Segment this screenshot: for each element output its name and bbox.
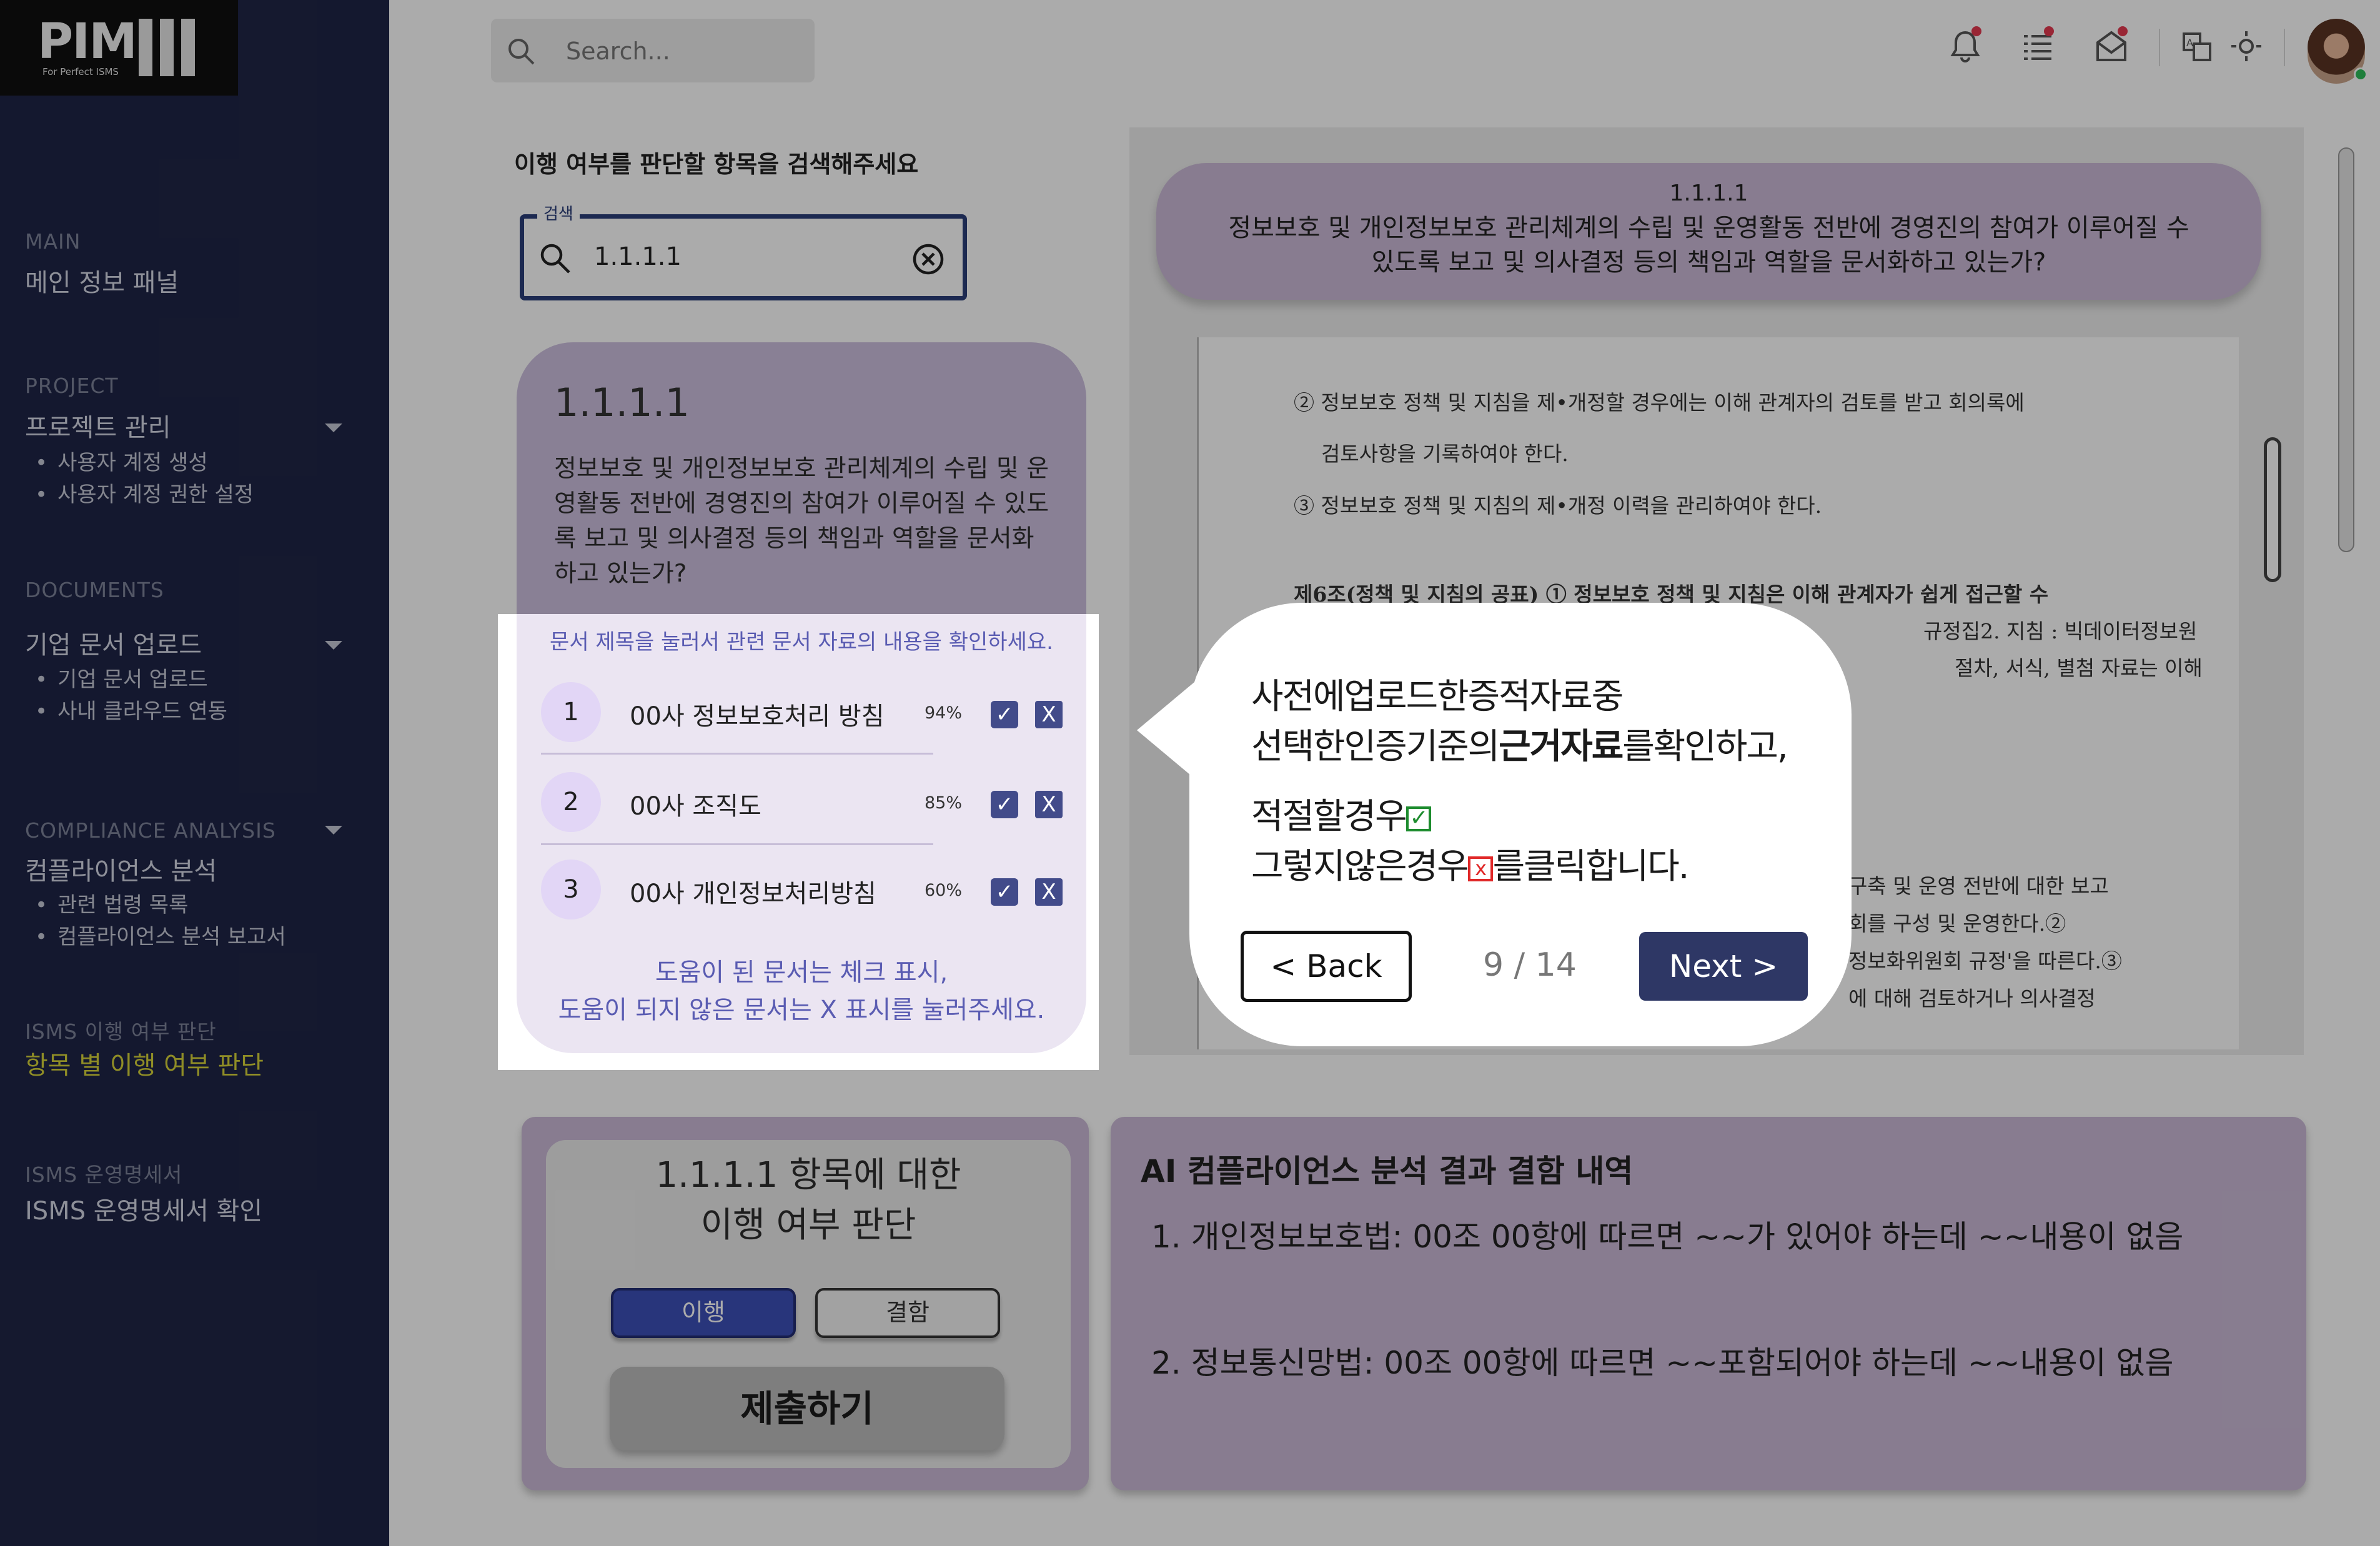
not-helpful-x-button[interactable]: X <box>1035 791 1063 818</box>
helpful-check-button[interactable]: ✓ <box>991 701 1018 728</box>
footer-line2: 도움이 되지 않은 문서는 X 표시를 눌러주세요. <box>558 996 1045 1024</box>
x-icon: x <box>1467 856 1493 881</box>
footer-line1: 도움이 된 문서는 체크 표시, <box>655 958 948 987</box>
not-helpful-x-button[interactable]: X <box>1035 878 1063 906</box>
document-match-percent: 94% <box>925 703 963 723</box>
tour-next-button[interactable]: Next > <box>1639 932 1808 1001</box>
document-title-link[interactable]: 00사 개인정보처리방침 <box>630 873 876 909</box>
document-title-link[interactable]: 00사 조직도 <box>630 786 761 822</box>
tour-text-part: 를클릭합니다. <box>1492 846 1690 887</box>
tour-text-part: 적절할경우 <box>1251 796 1407 837</box>
check-icon: ✓ <box>1406 806 1431 831</box>
row-divider <box>541 753 933 755</box>
related-documents-hint: 문서 제목을 눌러서 관련 문서 자료의 내용을 확인하세요. <box>550 630 1053 655</box>
tour-back-button[interactable]: < Back <box>1241 931 1412 1002</box>
document-number: 1 <box>541 682 601 742</box>
document-match-percent: 85% <box>925 793 963 813</box>
helpful-check-button[interactable]: ✓ <box>991 791 1018 818</box>
tour-text-emphasis: 근거자료 <box>1499 726 1624 767</box>
tour-text-line4: 그렇지않은경우 x 를클릭합니다. <box>1251 838 1690 889</box>
tour-text-line3: 적절할경우 ✓ <box>1251 788 1431 839</box>
tour-text-line1: 사전에업로드한증적자료중 <box>1251 676 1624 717</box>
related-documents-footer: 도움이 된 문서는 체크 표시, 도움이 되지 않은 문서는 X 표시를 눌러주… <box>517 954 1086 1029</box>
row-divider <box>541 843 933 845</box>
not-helpful-x-button[interactable]: X <box>1035 701 1063 728</box>
tour-text-part: 를확인하고, <box>1622 726 1788 767</box>
tour-step-indicator: 9 / 14 <box>1483 946 1577 984</box>
tour-text-part: 선택한인증기준의 <box>1251 726 1500 767</box>
document-number: 3 <box>541 860 601 919</box>
helpful-check-button[interactable]: ✓ <box>991 878 1018 906</box>
tour-text-part: 그렇지않은경우 <box>1251 846 1469 887</box>
document-row[interactable]: 1 00사 정보보호처리 방침 94% ✓ X <box>541 671 1066 748</box>
document-title-link[interactable]: 00사 정보보호처리 방침 <box>630 696 885 732</box>
document-number: 2 <box>541 772 601 832</box>
document-row[interactable]: 3 00사 개인정보처리방침 60% ✓ X <box>541 848 1066 926</box>
tour-text-line2: 선택한인증기준의근거자료를확인하고, <box>1251 718 1788 769</box>
document-row[interactable]: 2 00사 조직도 85% ✓ X <box>541 761 1066 838</box>
document-match-percent: 60% <box>925 881 963 900</box>
